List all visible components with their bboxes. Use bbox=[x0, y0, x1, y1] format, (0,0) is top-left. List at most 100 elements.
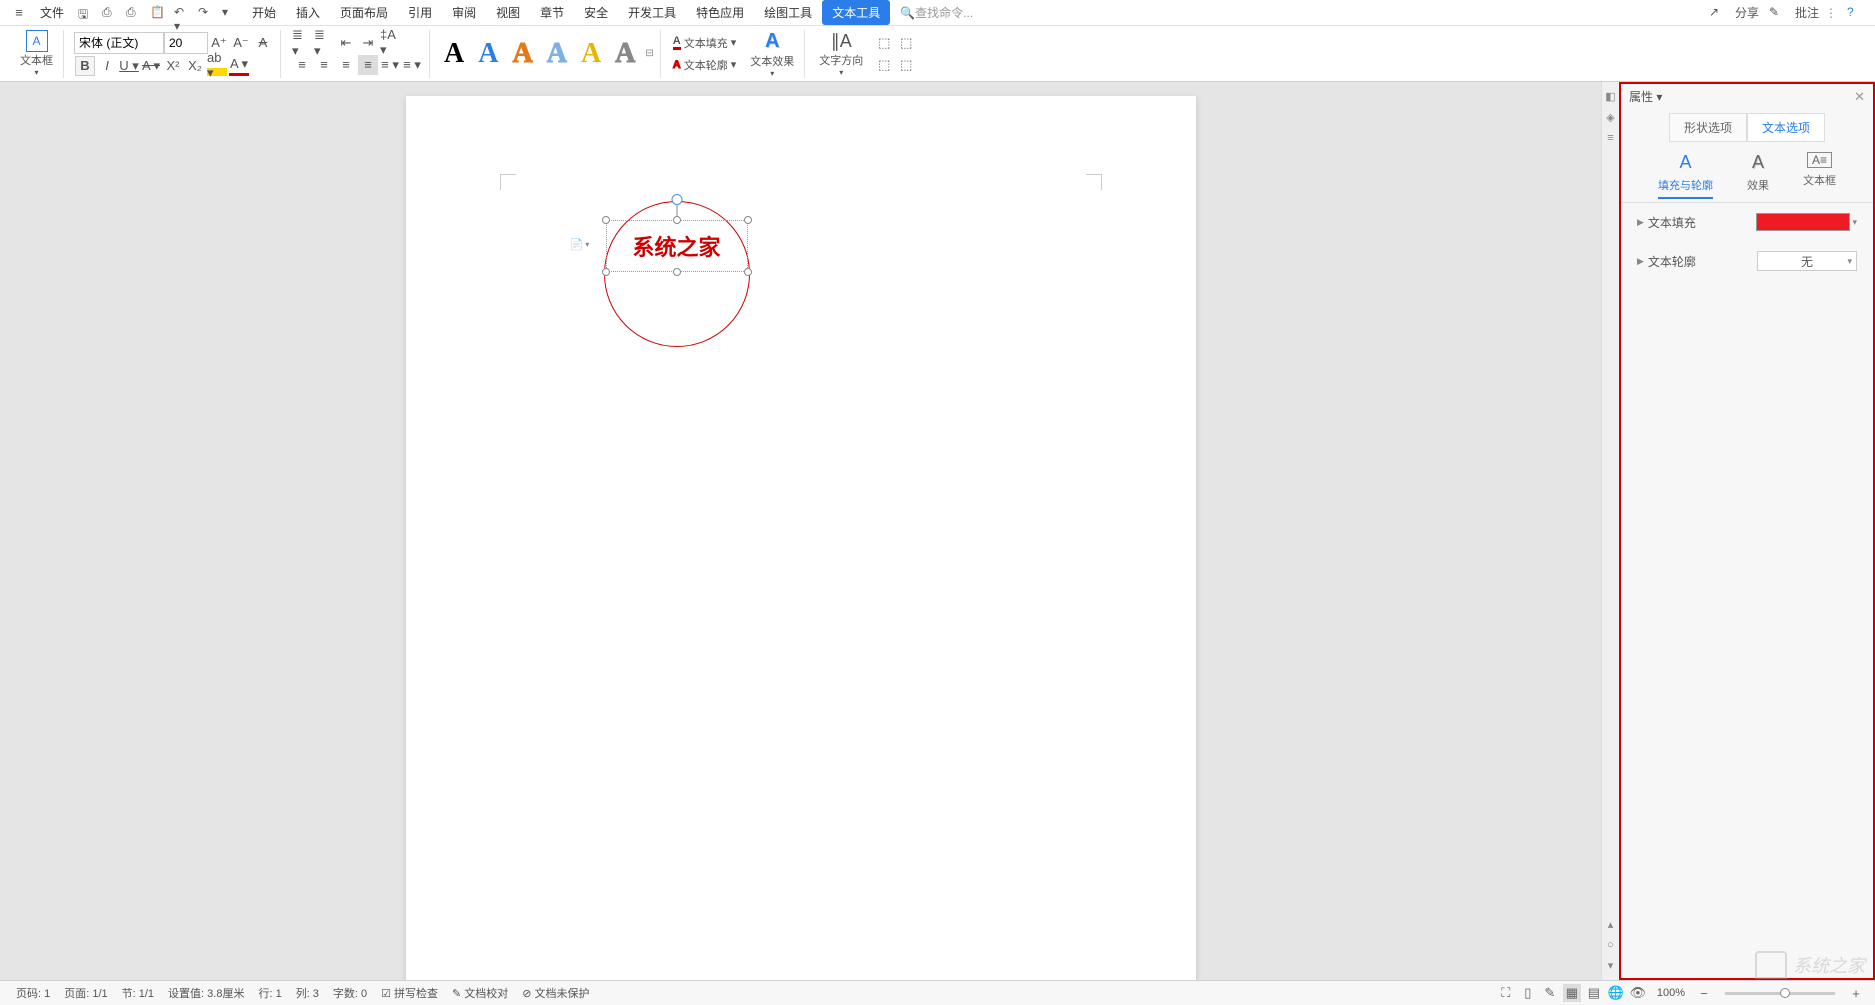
bullet-list-icon[interactable]: ≣ ▾ bbox=[292, 33, 312, 53]
paste-options-icon[interactable]: 📄▾ bbox=[570, 238, 590, 251]
comment-label[interactable]: 批注 bbox=[1795, 4, 1819, 21]
decrease-font-icon[interactable]: A⁻ bbox=[231, 33, 251, 53]
zoom-in-icon[interactable]: + bbox=[1847, 984, 1865, 1002]
help-icon[interactable]: ? bbox=[1847, 5, 1863, 21]
menu-devtools[interactable]: 开发工具 bbox=[618, 0, 686, 25]
undo-icon[interactable]: ↶ ▾ bbox=[174, 5, 190, 21]
next-textbox-icon[interactable]: ⬚ bbox=[896, 55, 916, 75]
zoom-out-icon[interactable]: − bbox=[1695, 984, 1713, 1002]
wordart-more-icon[interactable]: ⊟ bbox=[645, 48, 653, 59]
fill-color-dropdown-icon[interactable]: ▾ bbox=[1852, 217, 1857, 228]
fullscreen-icon[interactable]: ⛶ bbox=[1497, 984, 1515, 1002]
textbox-button[interactable]: A 文本框 ▾ bbox=[16, 28, 57, 79]
text-effect-button[interactable]: A 文本效果 ▾ bbox=[746, 28, 798, 80]
align-distribute-icon[interactable]: ≡ ▾ bbox=[380, 55, 400, 75]
number-list-icon[interactable]: ≣ ▾ bbox=[314, 33, 334, 53]
eye-view-icon[interactable]: 👁 bbox=[1629, 984, 1647, 1002]
wordart-style-5[interactable]: A bbox=[577, 38, 605, 70]
line-spacing-icon[interactable]: ‡A ▾ bbox=[380, 33, 400, 53]
more-icon[interactable]: ⋮ bbox=[1825, 6, 1837, 20]
status-docproof[interactable]: ✎ 文档校对 bbox=[446, 985, 514, 1001]
wordart-style-4[interactable]: A bbox=[543, 38, 571, 70]
comment-icon[interactable]: ✎ bbox=[1769, 5, 1785, 21]
expand-fill-icon[interactable]: ▶ bbox=[1637, 217, 1644, 228]
status-pagecount[interactable]: 页面: 1/1 bbox=[58, 985, 113, 1001]
handle-br[interactable] bbox=[744, 268, 752, 276]
expand-outline-icon[interactable]: ▶ bbox=[1637, 256, 1644, 267]
status-pagenum[interactable]: 页码: 1 bbox=[10, 985, 56, 1001]
search-box[interactable]: 🔍 查找命令... bbox=[900, 4, 973, 21]
web-view-icon[interactable]: 🌐 bbox=[1607, 984, 1625, 1002]
share-icon[interactable]: ↗ bbox=[1709, 5, 1725, 21]
status-position[interactable]: 设置值: 3.8厘米 bbox=[162, 985, 250, 1001]
menu-view[interactable]: 视图 bbox=[486, 0, 530, 25]
handle-bl[interactable] bbox=[602, 268, 610, 276]
vt-2-icon[interactable]: ◈ bbox=[1606, 111, 1614, 124]
status-column[interactable]: 列: 3 bbox=[290, 985, 325, 1001]
subscript-button[interactable]: X₂ bbox=[185, 56, 205, 76]
italic-button[interactable]: I bbox=[97, 56, 117, 76]
subtab-effect[interactable]: A 效果 bbox=[1747, 152, 1769, 198]
dropdown-icon[interactable]: ▾ bbox=[222, 5, 238, 21]
tab-shape-options[interactable]: 形状选项 bbox=[1669, 113, 1747, 142]
menu-page-layout[interactable]: 页面布局 bbox=[330, 0, 398, 25]
menu-file[interactable]: 文件 bbox=[30, 0, 74, 25]
menu-start[interactable]: 开始 bbox=[242, 0, 286, 25]
rotation-handle[interactable] bbox=[671, 194, 682, 205]
subtab-textbox[interactable]: A≡ 文本框 bbox=[1803, 152, 1836, 198]
menu-security[interactable]: 安全 bbox=[574, 0, 618, 25]
zoom-value[interactable]: 100% bbox=[1651, 987, 1691, 999]
status-line[interactable]: 行: 1 bbox=[252, 985, 287, 1001]
align-left-icon[interactable]: ≡ bbox=[292, 55, 312, 75]
zoom-slider[interactable] bbox=[1725, 992, 1835, 995]
save-icon[interactable]: 🖫 bbox=[78, 5, 94, 21]
vt-1-icon[interactable]: ◧ bbox=[1605, 90, 1615, 103]
vt-3-icon[interactable]: ≡ bbox=[1607, 132, 1613, 144]
scroll-down-icon[interactable]: ▾ bbox=[1608, 959, 1614, 972]
layout-view-icon[interactable]: ▤ bbox=[1585, 984, 1603, 1002]
text-direction-button[interactable]: ∥A 文字方向 ▾ bbox=[815, 29, 867, 79]
strikethrough-button[interactable]: A ▾ bbox=[141, 56, 161, 76]
menu-insert[interactable]: 插入 bbox=[286, 0, 330, 25]
share-label[interactable]: 分享 bbox=[1735, 4, 1759, 21]
prev-textbox-icon[interactable]: ⬚ bbox=[874, 55, 894, 75]
print-preview-icon[interactable]: ⎙ bbox=[102, 5, 118, 21]
menu-chapter[interactable]: 章节 bbox=[530, 0, 574, 25]
wordart-style-2[interactable]: A bbox=[474, 38, 502, 70]
menu-review[interactable]: 审阅 bbox=[442, 0, 486, 25]
print-icon[interactable]: ⎙ bbox=[126, 5, 142, 21]
highlight-button[interactable]: ab ▾ bbox=[207, 56, 227, 76]
text-fill-button[interactable]: A 文本填充 ▾ bbox=[671, 33, 738, 53]
shape-text[interactable]: 系统之家 bbox=[632, 230, 720, 262]
handle-tl[interactable] bbox=[602, 216, 610, 224]
status-section[interactable]: 节: 1/1 bbox=[116, 985, 160, 1001]
wordart-style-1[interactable]: A bbox=[440, 38, 468, 70]
scroll-circle-icon[interactable]: ○ bbox=[1607, 939, 1614, 951]
subtab-fill-outline[interactable]: A 填充与轮廓 bbox=[1658, 152, 1713, 199]
wordart-style-3[interactable]: A bbox=[508, 38, 536, 70]
align-right-icon[interactable]: ≡ bbox=[336, 55, 356, 75]
underline-button[interactable]: U ▾ bbox=[119, 56, 139, 76]
paste-icon[interactable]: 📋 bbox=[150, 5, 166, 21]
status-charcount[interactable]: 字数: 0 bbox=[327, 985, 373, 1001]
outline-view-icon[interactable]: ✎ bbox=[1541, 984, 1559, 1002]
menu-reference[interactable]: 引用 bbox=[398, 0, 442, 25]
font-size-select[interactable] bbox=[164, 32, 208, 54]
link-textbox-icon[interactable]: ⬚ bbox=[874, 33, 894, 53]
menu-drawing-tools[interactable]: 绘图工具 bbox=[754, 0, 822, 25]
zoom-thumb[interactable] bbox=[1780, 988, 1790, 998]
status-spellcheck[interactable]: ☑ 拼写检查 bbox=[375, 985, 444, 1001]
textbox-selection[interactable]: 系统之家 bbox=[606, 220, 748, 272]
wordart-style-6[interactable]: A bbox=[611, 38, 639, 70]
align-justify-icon[interactable]: ≡ bbox=[358, 55, 378, 75]
document-area[interactable]: 📄▾ 系统之家 bbox=[0, 82, 1601, 980]
decrease-indent-icon[interactable]: ⇤ bbox=[336, 33, 356, 53]
increase-indent-icon[interactable]: ⇥ bbox=[358, 33, 378, 53]
tab-text-options[interactable]: 文本选项 bbox=[1747, 113, 1825, 142]
clear-format-icon[interactable]: A bbox=[253, 33, 273, 53]
text-outline-button[interactable]: A 文本轮廓 ▾ bbox=[671, 55, 738, 75]
hamburger-icon[interactable]: ≡ bbox=[9, 3, 29, 23]
font-name-select[interactable] bbox=[74, 32, 164, 54]
handle-bc[interactable] bbox=[673, 268, 681, 276]
status-docprotect[interactable]: ⊘ 文档未保护 bbox=[516, 985, 595, 1001]
